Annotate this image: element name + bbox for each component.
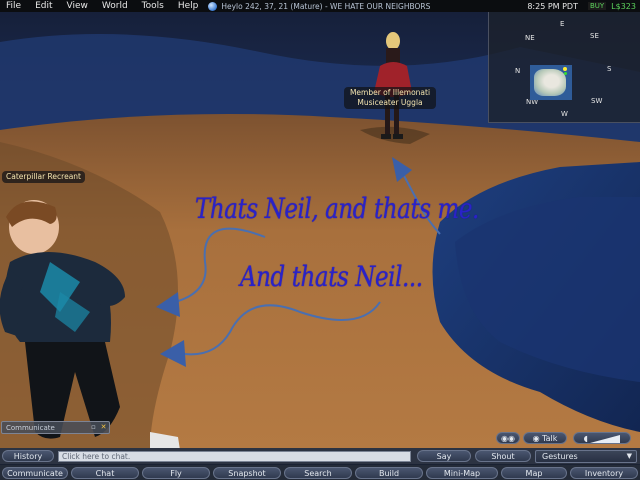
girl-name-label: Musiceater Uggla (357, 98, 423, 107)
menu-view[interactable]: View (60, 0, 95, 12)
menu-help[interactable]: Help (171, 0, 206, 12)
buy-currency-button[interactable]: BUY (587, 2, 607, 10)
fly-button[interactable]: Fly (142, 467, 210, 479)
close-icon[interactable]: ✕ (99, 423, 108, 432)
handwritten-line-1: Thats Neil, and thats me. (195, 192, 479, 225)
mini-map[interactable]: E NE SE N S NW SW W (488, 12, 640, 123)
bottom-toolbar: Communicate Chat Fly Snapshot Search Bui… (0, 465, 640, 480)
communicate-panel-label: Communicate (6, 423, 55, 432)
menu-tools[interactable]: Tools (135, 0, 171, 12)
compass-e: E (560, 20, 565, 28)
boy-nametag: Caterpillar Recreant (2, 171, 85, 183)
girl-nametag: Member of Illemonati Musiceater Uggla (344, 87, 436, 109)
talk-label: Talk (542, 434, 558, 443)
region-info-icon[interactable] (208, 1, 218, 11)
menu-world[interactable]: World (95, 0, 135, 12)
map-avatar-marker (564, 72, 567, 75)
menu-file[interactable]: File (0, 0, 28, 12)
compass-s: S (607, 65, 612, 73)
chevron-down-icon: ▼ (626, 452, 632, 460)
chat-button[interactable]: Chat (71, 467, 139, 479)
girl-group-label: Member of Illemonati (349, 88, 431, 97)
volume-bars-icon (590, 434, 621, 443)
speakers-icon: ◉◉ (501, 434, 515, 443)
compass-ne: NE (525, 34, 535, 42)
map-button[interactable]: Map (501, 467, 567, 479)
location-text[interactable]: Heylo 242, 37, 21 (Mature) - WE HATE OUR… (221, 2, 430, 11)
gestures-dropdown[interactable]: Gestures ▼ (535, 450, 637, 463)
menu-bar: File Edit View World Tools Help Heylo 24… (0, 0, 640, 12)
history-button[interactable]: History (2, 450, 54, 462)
compass-se: SE (590, 32, 599, 40)
clock: 8:25 PM PDT (527, 1, 578, 11)
compass-w: W (561, 110, 568, 118)
boy-name-label: Caterpillar Recreant (6, 172, 81, 181)
balance[interactable]: L$323 (611, 2, 636, 11)
voice-controls: ◉◉ ◉ Talk ◖ (494, 431, 640, 447)
menu-status-area: 8:25 PM PDT BUY L$323 (527, 0, 636, 12)
talk-button[interactable]: ◉ Talk (523, 432, 567, 444)
search-button[interactable]: Search (284, 467, 352, 479)
communicate-panel[interactable]: Communicate ▫ ✕ (1, 421, 110, 434)
volume-control[interactable]: ◖ (573, 432, 631, 444)
mini-map-button[interactable]: Mini-Map (426, 467, 498, 479)
snapshot-button[interactable]: Snapshot (213, 467, 281, 479)
menu-edit[interactable]: Edit (28, 0, 59, 12)
communicate-button[interactable]: Communicate (2, 467, 68, 479)
handwritten-line-2: And thats Neil... (240, 260, 423, 293)
restore-icon[interactable]: ▫ (89, 423, 98, 432)
map-self-marker (563, 67, 567, 71)
inventory-button[interactable]: Inventory (570, 467, 638, 479)
speaker-icon: ◖ (583, 434, 588, 443)
build-button[interactable]: Build (355, 467, 423, 479)
chat-input[interactable] (58, 451, 411, 462)
shout-button[interactable]: Shout (475, 450, 531, 462)
compass-n: N (515, 67, 521, 75)
talk-icon: ◉ (532, 434, 543, 443)
gestures-selected: Gestures (542, 452, 578, 461)
speakers-button[interactable]: ◉◉ (496, 432, 520, 444)
compass-sw: SW (591, 97, 603, 105)
say-button[interactable]: Say (417, 450, 471, 462)
